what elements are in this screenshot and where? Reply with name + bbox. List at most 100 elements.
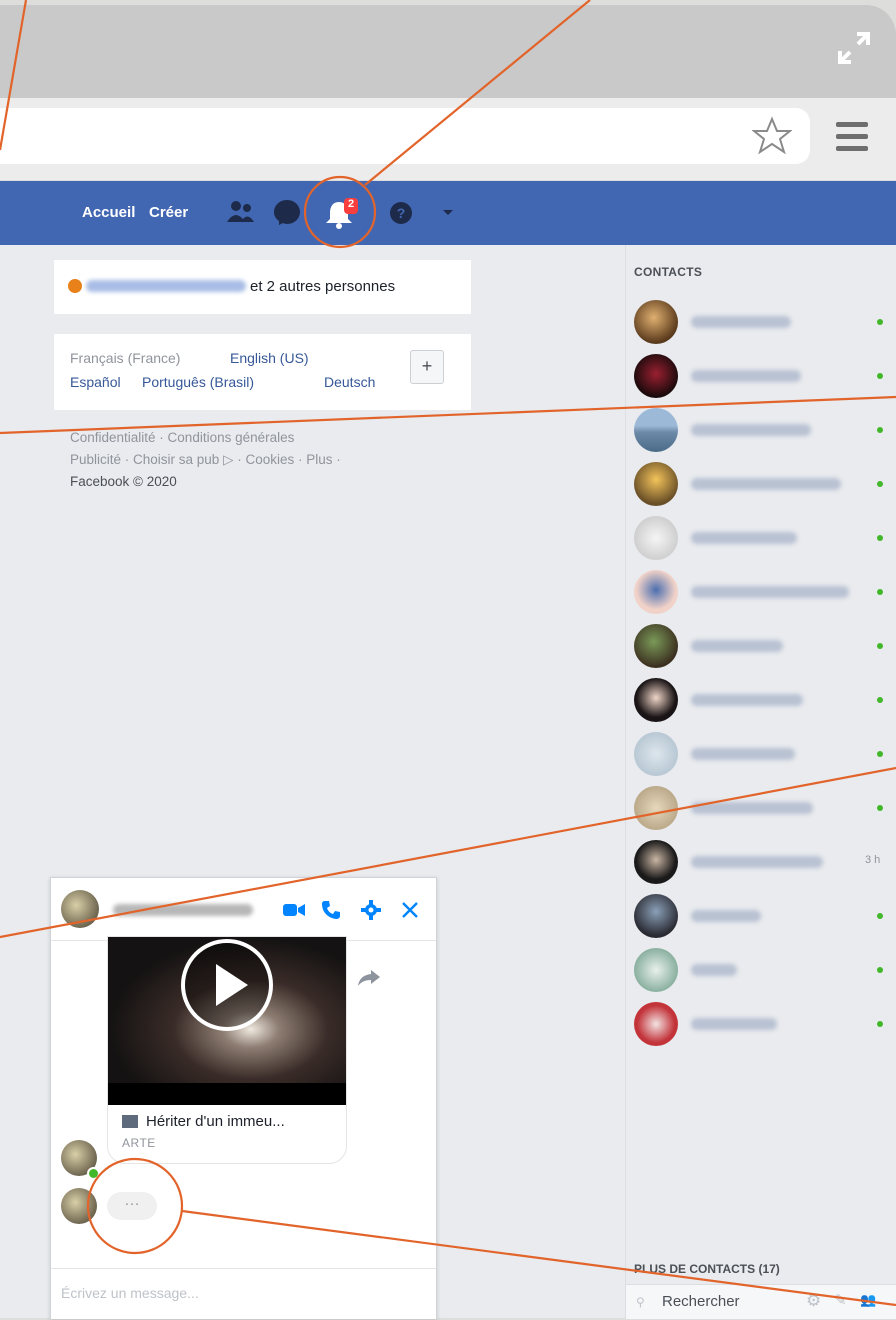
contact-row[interactable] — [633, 732, 896, 778]
contact-avatar — [634, 732, 678, 776]
contact-avatar — [634, 516, 678, 560]
online-status-dot — [877, 535, 883, 541]
contact-avatar — [634, 624, 678, 668]
online-status-dot — [877, 319, 883, 325]
online-status-dot — [877, 751, 883, 757]
contacts-sidebar — [625, 245, 896, 1318]
online-status-dot — [877, 1021, 883, 1027]
close-chat-icon[interactable] — [401, 901, 419, 919]
browser-tab-strip — [0, 5, 896, 98]
contact-name — [691, 694, 803, 706]
blurred-friend-name[interactable] — [86, 280, 246, 292]
contact-avatar — [634, 408, 678, 452]
contact-name — [691, 478, 841, 490]
contact-avatar — [634, 894, 678, 938]
contact-row[interactable] — [633, 786, 896, 832]
shared-link-source: ARTE — [122, 1136, 156, 1150]
chat-settings-gear-icon[interactable] — [361, 900, 381, 920]
gift-icon — [68, 279, 82, 293]
message-composer: Écrivez un message... — [51, 1268, 436, 1320]
settings-gear-icon[interactable]: ⚙ — [806, 1291, 821, 1311]
online-status-dot — [877, 373, 883, 379]
message-input[interactable]: Écrivez un message... — [61, 1285, 199, 1301]
contact-name — [691, 1018, 777, 1030]
new-message-icon[interactable]: ✎ — [834, 1291, 847, 1309]
online-status-dot — [877, 589, 883, 595]
birthday-card[interactable]: et 2 autres personnes — [54, 260, 471, 314]
video-thumbnail-bottom-band — [108, 1083, 346, 1105]
notification-count-badge: 2 — [348, 198, 355, 210]
sender-online-indicator — [87, 1167, 100, 1180]
contact-avatar — [634, 840, 678, 884]
contact-row[interactable] — [633, 570, 896, 616]
contact-row[interactable] — [633, 894, 896, 940]
shared-link-title[interactable]: Hériter d'un immeu... — [146, 1113, 285, 1130]
footer-links-line2[interactable]: Publicité · Choisir sa pub ▷ · Cookies ·… — [70, 452, 341, 468]
chat-header[interactable] — [51, 878, 436, 941]
link-favicon-icon — [122, 1115, 138, 1128]
nav-home-link[interactable]: Accueil — [82, 204, 135, 221]
contact-row[interactable] — [633, 516, 896, 562]
account-dropdown-chevron-icon[interactable] — [440, 198, 456, 226]
contact-avatar — [634, 1002, 678, 1046]
hamburger-menu-icon[interactable] — [832, 120, 872, 154]
chat-window: Hériter d'un immeu... ARTE ··· Écrivez u… — [50, 877, 437, 1319]
contact-name — [691, 802, 813, 814]
online-status-dot — [877, 427, 883, 433]
svg-text:?: ? — [397, 205, 406, 221]
contact-row[interactable] — [633, 624, 896, 670]
contact-avatar — [634, 948, 678, 992]
footer-links-line1[interactable]: Confidentialité · Conditions générales — [70, 430, 294, 445]
contact-avatar — [634, 462, 678, 506]
contacts-search-input[interactable]: Rechercher — [662, 1293, 740, 1310]
typing-sender-avatar — [61, 1188, 97, 1224]
voice-call-icon[interactable] — [321, 900, 341, 920]
contact-row[interactable]: 3 h — [633, 840, 896, 886]
contact-name — [691, 748, 795, 760]
contacts-title: CONTACTS — [634, 265, 703, 279]
online-status-dot — [877, 967, 883, 973]
nav-create-link[interactable]: Créer — [149, 204, 188, 221]
friend-requests-icon[interactable] — [226, 198, 256, 226]
language-card: Français (France) English (US) Español P… — [54, 334, 471, 410]
language-link-english[interactable]: English (US) — [230, 350, 309, 366]
add-language-button[interactable]: + — [410, 350, 444, 384]
online-status-dot — [877, 697, 883, 703]
last-active-time: 3 h — [865, 854, 881, 866]
messenger-icon[interactable] — [272, 198, 302, 226]
address-bar[interactable] — [0, 108, 810, 164]
contact-avatar — [634, 354, 678, 398]
video-thumbnail[interactable] — [108, 937, 346, 1105]
contact-row[interactable] — [633, 948, 896, 994]
help-icon[interactable]: ? — [386, 198, 416, 228]
contact-name — [691, 910, 761, 922]
online-status-dot — [877, 481, 883, 487]
language-link-german[interactable]: Deutsch — [324, 374, 375, 390]
chat-contact-avatar[interactable] — [61, 890, 99, 928]
chat-contact-name[interactable] — [113, 904, 253, 916]
forward-share-icon[interactable] — [357, 968, 381, 988]
expand-icon[interactable] — [834, 28, 874, 68]
bookmark-star-icon[interactable] — [752, 116, 792, 156]
contact-row[interactable] — [633, 408, 896, 454]
shared-video-card[interactable]: Hériter d'un immeu... ARTE — [107, 936, 347, 1164]
play-icon[interactable] — [180, 938, 274, 1032]
contact-row[interactable] — [633, 462, 896, 508]
contact-row[interactable] — [633, 300, 896, 346]
new-group-icon[interactable]: 👥 — [860, 1292, 876, 1308]
contact-row[interactable] — [633, 1002, 896, 1048]
contact-row[interactable] — [633, 678, 896, 724]
online-status-dot — [877, 805, 883, 811]
language-link-portuguese[interactable]: Português (Brasil) — [142, 374, 254, 390]
contact-avatar — [634, 300, 678, 344]
language-link-spanish[interactable]: Español — [70, 374, 121, 390]
contact-name — [691, 640, 783, 652]
current-language: Français (France) — [70, 350, 181, 366]
more-contacts-title[interactable]: PLUS DE CONTACTS (17) — [634, 1262, 780, 1276]
contact-name — [691, 316, 791, 328]
video-call-icon[interactable] — [283, 902, 305, 918]
online-status-dot — [877, 643, 883, 649]
contact-avatar — [634, 678, 678, 722]
contact-name — [691, 586, 849, 598]
contact-row[interactable] — [633, 354, 896, 400]
